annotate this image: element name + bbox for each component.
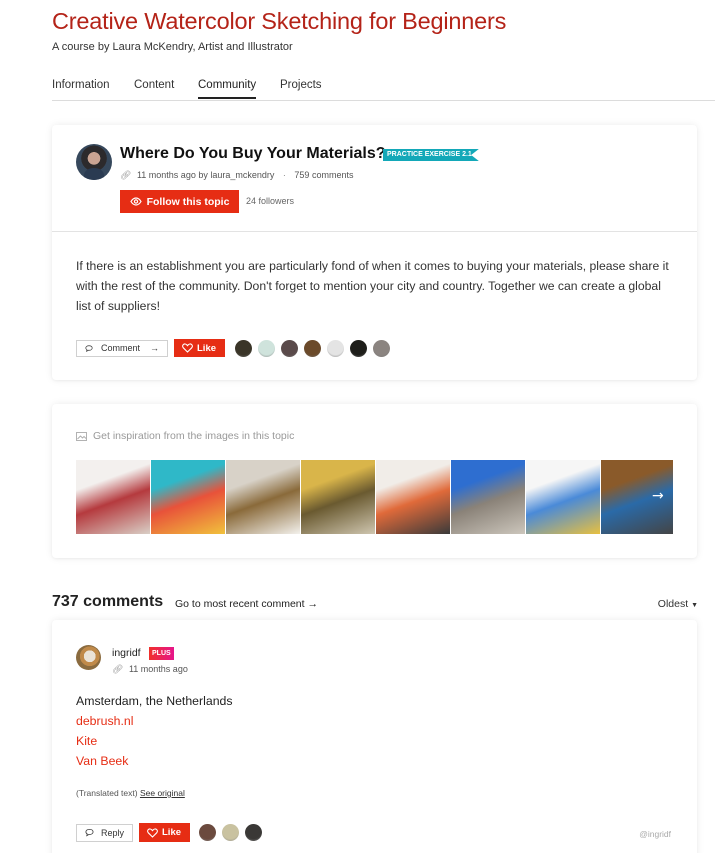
arrow-right-icon: →	[150, 343, 159, 353]
tab-content[interactable]: Content	[134, 79, 174, 97]
comment-time-text: 11 months ago	[128, 664, 188, 674]
shop-link[interactable]: Van Beek	[76, 751, 233, 771]
separator-dot: ·	[282, 170, 286, 180]
heart-icon	[147, 827, 158, 838]
liker-avatar[interactable]	[373, 339, 390, 357]
course-tabs: Information Content Community Projects	[52, 76, 715, 101]
comment-like-button[interactable]: Like	[139, 823, 190, 842]
inspiration-text: Get inspiration from the images in this …	[93, 430, 295, 442]
go-to-recent-link[interactable]: Go to most recent comment →	[175, 598, 318, 610]
thumbnail-brushes-in-rinse-cup[interactable]	[226, 460, 300, 534]
thumbnail-palette-and-brushes[interactable]	[376, 460, 450, 534]
topic-meta: 🔗︎ 11 months ago by laura_mckendry · 759…	[120, 170, 353, 181]
next-arrow-icon[interactable]: →	[652, 488, 664, 504]
subtitle-suffix: , Artist and Illustrator	[192, 41, 293, 53]
tab-information[interactable]: Information	[52, 79, 110, 97]
author-avatar[interactable]	[76, 144, 112, 180]
liker-avatar[interactable]	[258, 339, 275, 357]
liker-avatar[interactable]	[281, 339, 298, 357]
follow-label: Follow this topic	[146, 195, 230, 208]
link-icon[interactable]: 🔗︎	[112, 664, 123, 674]
comment-body: Amsterdam, the Netherlands debrush.nl Ki…	[76, 691, 233, 771]
liker-avatar[interactable]	[304, 339, 321, 357]
comment-label: Comment	[100, 343, 140, 353]
comment-card: ingridf PLUS 🔗︎ 11 months ago Amsterdam,…	[52, 620, 697, 853]
caret-down-icon: ▼	[691, 602, 698, 609]
liker-avatar[interactable]	[199, 824, 216, 841]
liker-avatar[interactable]	[350, 339, 367, 357]
like-button[interactable]: Like	[174, 339, 225, 357]
heart-icon	[182, 343, 193, 353]
commenter-handle: @ingridf	[639, 829, 671, 839]
commenter-avatar[interactable]	[76, 645, 101, 670]
image-icon	[76, 431, 87, 441]
translated-label: (Translated text)	[76, 788, 138, 798]
liker-avatar[interactable]	[235, 339, 252, 357]
divider	[52, 231, 697, 232]
liker-avatar[interactable]	[327, 339, 344, 357]
speech-bubble-icon	[85, 828, 94, 837]
liker-avatar[interactable]	[245, 824, 262, 841]
like-label: Like	[162, 827, 182, 838]
translated-note: (Translated text) See original	[76, 788, 185, 798]
liker-avatar[interactable]	[222, 824, 239, 841]
sort-value: Oldest	[657, 598, 689, 610]
thumbnail-colorful-paint-drips[interactable]	[151, 460, 225, 534]
comment-location: Amsterdam, the Netherlands	[76, 694, 233, 708]
course-subtitle: A course by Laura McKendry, Artist and I…	[52, 41, 293, 53]
plus-badge: PLUS	[149, 647, 174, 660]
followers-count: 24 followers	[246, 196, 295, 206]
thumbnail-gachem-store[interactable]	[451, 460, 525, 534]
topic-time: 11 months ago by	[136, 170, 208, 180]
topic-actions: Comment → Like	[76, 339, 390, 357]
tab-projects[interactable]: Projects	[280, 79, 322, 97]
link-icon[interactable]: 🔗︎	[120, 170, 131, 180]
topic-title: Where Do You Buy Your Materials?	[120, 145, 386, 162]
follow-topic-button[interactable]: Follow this topic	[120, 190, 239, 213]
shop-link[interactable]: debrush.nl	[76, 711, 233, 731]
comment-button[interactable]: Comment →	[76, 339, 168, 357]
see-original-link[interactable]: See original	[140, 788, 185, 798]
comment-actions: Reply Like	[76, 823, 262, 842]
commenter-username[interactable]: ingridf	[112, 647, 141, 659]
tab-community[interactable]: Community	[198, 79, 257, 99]
subtitle-prefix: A course by	[52, 41, 113, 53]
shop-link[interactable]: Kite	[76, 731, 233, 751]
course-title: Creative Watercolor Sketching for Beginn…	[52, 8, 507, 34]
topic-card: Where Do You Buy Your Materials? PRACTIC…	[52, 125, 697, 380]
inspiration-card: Get inspiration from the images in this …	[52, 404, 697, 558]
topic-body: If there is an establishment you are par…	[76, 259, 669, 313]
eye-icon	[129, 197, 142, 206]
inspiration-label: Get inspiration from the images in this …	[76, 430, 294, 442]
course-author: Laura McKendry	[112, 41, 193, 53]
comments-count-heading: 737 comments	[52, 593, 164, 610]
sort-dropdown[interactable]: Oldest ▼	[658, 598, 698, 610]
thumbnail-yellow-building[interactable]	[301, 460, 375, 534]
like-label: Like	[197, 342, 217, 354]
thumbnail-watercolor-set-app[interactable]	[526, 460, 600, 534]
speech-bubble-icon	[85, 344, 93, 352]
topic-comment-count: 759 comments	[294, 170, 354, 180]
thumbnail-shop-storefront[interactable]	[76, 460, 150, 534]
reply-button[interactable]: Reply	[76, 823, 133, 842]
image-strip	[76, 460, 673, 534]
practice-exercise-badge: PRACTICE EXERCISE 2.1	[383, 149, 479, 161]
reply-label: Reply	[100, 827, 124, 838]
topic-author-link[interactable]: laura_mckendry	[210, 170, 274, 180]
comment-time: 🔗︎ 11 months ago	[112, 664, 188, 675]
